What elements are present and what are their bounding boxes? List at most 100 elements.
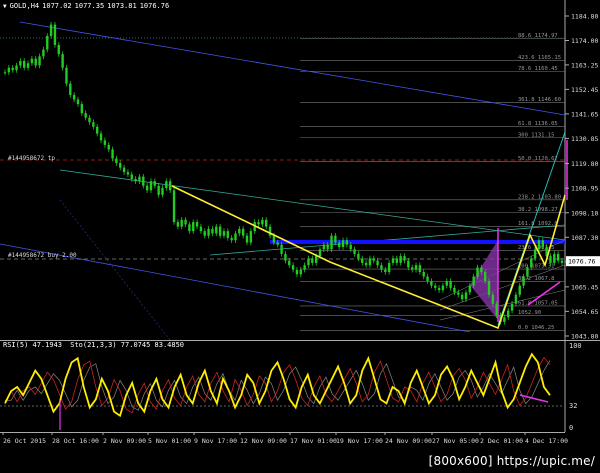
candle-body	[318, 249, 322, 257]
candle-body	[449, 281, 452, 288]
candle-body	[138, 176, 141, 182]
candle-body	[468, 285, 472, 293]
price-tick-label: 1130.85	[571, 135, 598, 143]
candle-body	[199, 226, 203, 232]
price-tick-label: 1141.65	[571, 110, 598, 118]
price-tick-label: 1152.45	[571, 86, 598, 94]
candle-body	[34, 58, 37, 66]
time-tick-label: 2 Nov 09:00	[103, 437, 146, 445]
candle-body	[145, 185, 149, 191]
candle-body	[349, 244, 352, 250]
buy-order-label[interactable]: #144958672 buy 2.00	[8, 252, 77, 259]
candle-body	[303, 265, 306, 270]
candle-body	[549, 256, 552, 263]
time-tick-label: 5 Nov 01:00	[148, 437, 191, 445]
candle-body	[115, 158, 118, 164]
candle-body	[42, 49, 45, 57]
candle-body	[103, 140, 107, 145]
current-price-label: 1076.76	[568, 258, 595, 266]
candle-body	[99, 133, 103, 141]
candle-body	[322, 244, 326, 250]
candle-body	[176, 222, 180, 227]
candle-body	[334, 235, 337, 243]
time-tick-label: 27 Nov 05:00	[432, 437, 479, 445]
candle-body	[257, 222, 260, 225]
candle-body	[111, 149, 114, 159]
candle-body	[218, 226, 222, 236]
price-tick-label: 1043.80	[571, 333, 598, 341]
candle-body	[241, 228, 245, 236]
candle-body	[368, 258, 372, 266]
time-tick-label: 17 Nov 01:00	[290, 437, 337, 445]
candle-body	[314, 256, 318, 263]
candle-body	[153, 181, 157, 186]
candle-body	[134, 178, 137, 182]
candle-body	[487, 281, 491, 295]
candle-body	[338, 242, 341, 248]
candle-body	[491, 294, 495, 304]
tp-order-label[interactable]: #144958672 tp	[8, 155, 55, 162]
candle-body	[514, 294, 518, 304]
candle-body	[445, 281, 448, 286]
chart-window: 88.6 1174.97 423.6 1165.15 78.6 1160.45 361…	[0, 0, 600, 469]
price-tick-label: 1087.30	[571, 234, 598, 242]
candle-body	[437, 287, 441, 291]
candle-body	[526, 267, 529, 277]
fib-level-label: 423.6 1165.15	[518, 55, 561, 61]
candle-body	[107, 144, 110, 150]
candle-body	[280, 244, 283, 254]
rsi-label: RSI(5) 47.1943	[3, 341, 63, 349]
candle-body	[533, 249, 537, 259]
candle-body	[238, 228, 241, 234]
candle-body	[410, 267, 414, 270]
main-chart-pane[interactable]: 88.6 1174.97 423.6 1165.15 78.6 1160.45 361…	[0, 0, 600, 341]
candle-body	[464, 292, 468, 300]
candle-body	[272, 235, 276, 243]
candle-body	[407, 260, 410, 268]
candle-body	[261, 219, 264, 225]
fib-level-label: 61.8 1057.05	[518, 300, 558, 306]
candle-body	[245, 235, 249, 243]
candle-body	[522, 276, 525, 286]
candle-body	[387, 262, 391, 272]
candle-body	[330, 235, 333, 250]
fib-level-label: 100 1073.31	[518, 264, 554, 270]
candle-body	[222, 231, 226, 236]
pivot-zone-bar	[270, 240, 565, 244]
candle-body	[457, 292, 460, 295]
time-tick-label: 19 Nov 17:00	[336, 437, 383, 445]
triangle-down-icon[interactable]: ▼	[3, 3, 7, 10]
candle-body	[341, 240, 345, 248]
candle-body	[184, 219, 187, 225]
fib-level-label: 61.8 1136.05	[518, 121, 558, 127]
ind-axis-top: 100	[569, 342, 582, 350]
candle-body	[157, 185, 160, 195]
indicator-pane[interactable]: 100 32 0 RSI(5) 47.1943 Sto(21,3,3) 77.0…	[0, 340, 600, 432]
candle-body	[307, 258, 310, 266]
candle-body	[391, 258, 395, 263]
candle-body	[476, 267, 479, 277]
candle-body	[426, 276, 429, 282]
candle-body	[364, 262, 368, 266]
candle-body	[3, 72, 7, 74]
candle-body	[207, 228, 210, 236]
fib-level-label: 50.0 1120.67	[518, 156, 558, 162]
candle-body	[299, 269, 302, 275]
candle-body	[69, 83, 72, 95]
candle-body	[380, 265, 383, 270]
candle-body	[326, 244, 329, 250]
candle-body	[357, 253, 360, 259]
watermark: [800x600] https://upic.me/	[425, 454, 598, 468]
candle-body	[288, 260, 291, 266]
fib-level-label: 361.8 1146.60	[518, 97, 561, 103]
candle-body	[15, 65, 18, 71]
candle-body	[168, 181, 172, 191]
candle-body	[88, 117, 91, 123]
chart-symbol: GOLD,H4	[9, 2, 40, 10]
candle-body	[84, 113, 87, 118]
time-tick-label: 4 Dec 17:00	[525, 437, 568, 445]
candle-body	[537, 240, 541, 250]
candle-body	[345, 240, 349, 245]
candle-body	[11, 67, 14, 71]
candle-body	[503, 317, 506, 322]
